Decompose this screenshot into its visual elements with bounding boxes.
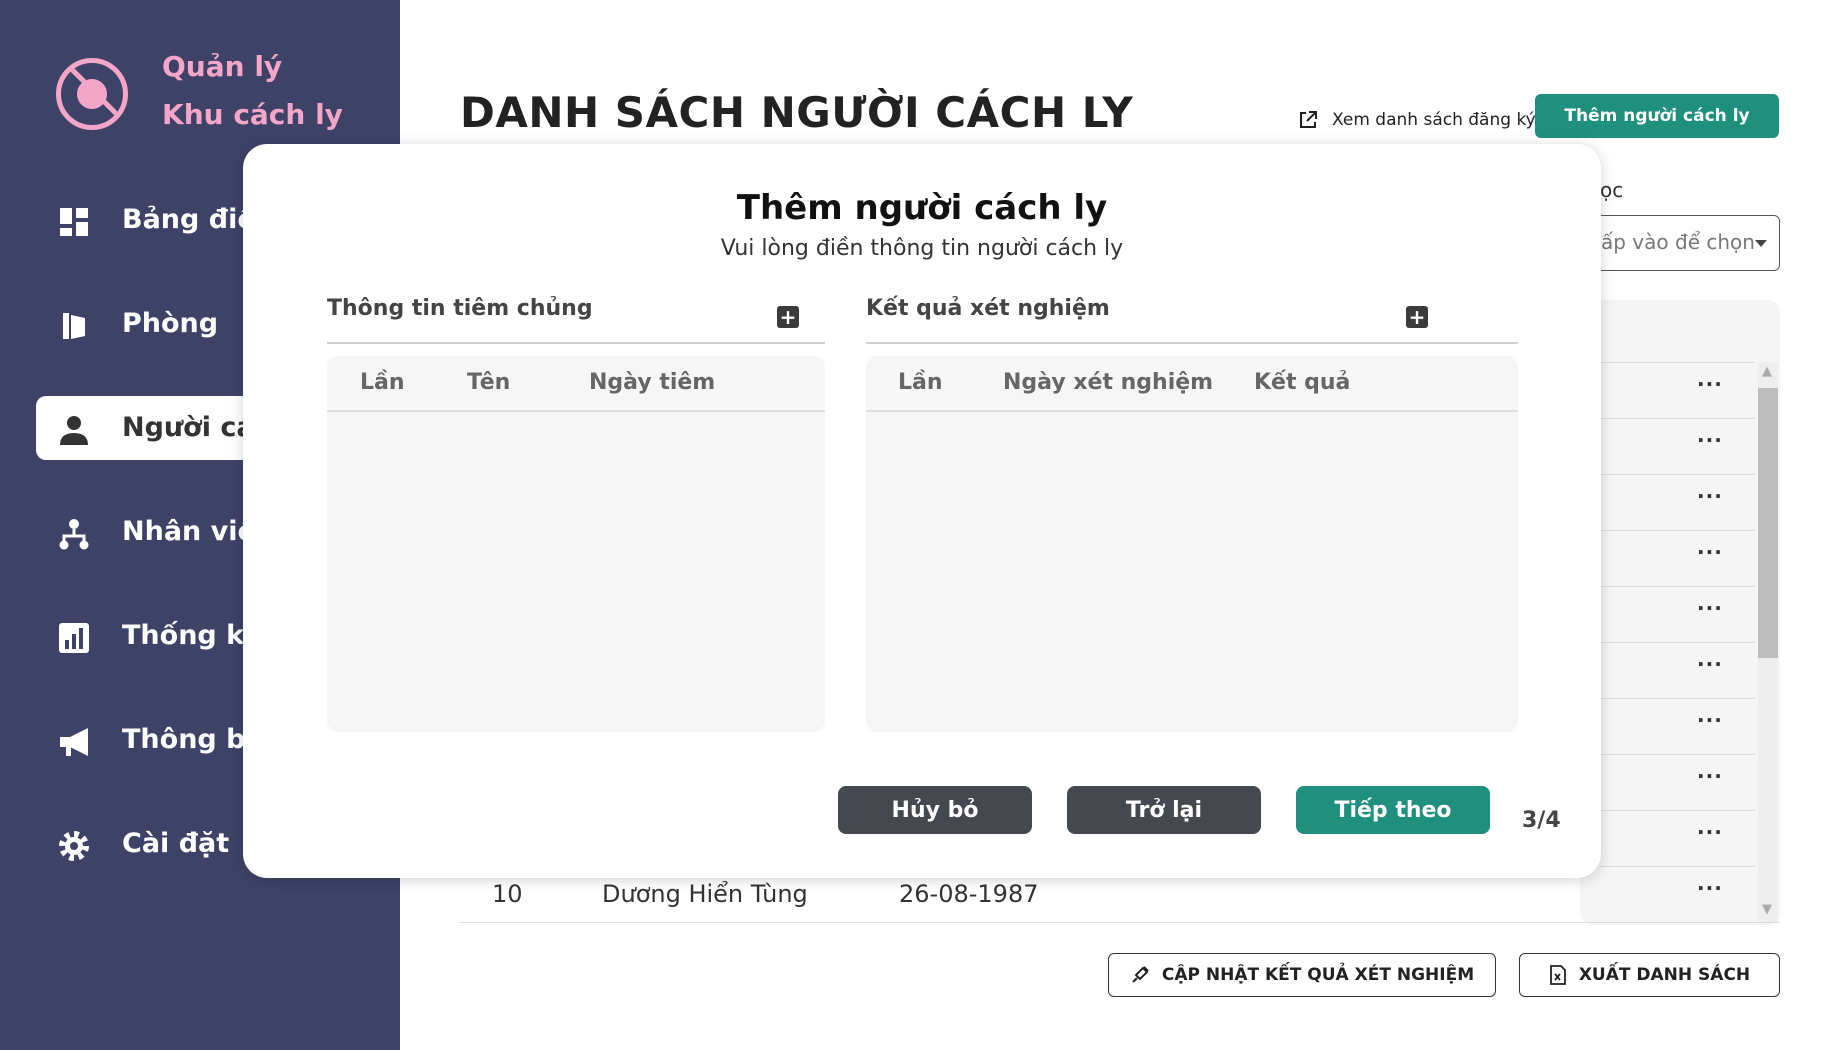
test-results-section-header: Kết quả xét nghiệm + xyxy=(866,292,1518,344)
vaccination-table: Lần Tên Ngày tiêm xyxy=(327,356,825,732)
filter-placeholder: ấp vào để chọn xyxy=(1601,230,1755,254)
bar-chart-icon xyxy=(59,623,89,653)
syringe-icon xyxy=(1132,966,1149,983)
row-actions-button[interactable]: ··· xyxy=(1697,876,1723,900)
row-divider xyxy=(1600,362,1755,363)
row-divider xyxy=(1600,698,1755,699)
row-actions-button[interactable]: ··· xyxy=(1697,764,1723,788)
vaccination-section-header: Thông tin tiêm chủng + xyxy=(327,292,825,344)
row-name: Dương Hiển Tùng xyxy=(602,880,808,908)
brand-line-2: Khu cách ly xyxy=(162,98,343,131)
test-results-table: Lần Ngày xét nghiệm Kết quả xyxy=(866,356,1518,732)
column-header-result: Kết quả xyxy=(1254,370,1351,395)
row-divider xyxy=(1600,810,1755,811)
update-test-results-label: CẬP NHẬT KẾT QUẢ XÉT NGHIỆM xyxy=(1161,965,1475,985)
test-results-section-label: Kết quả xét nghiệm xyxy=(866,296,1110,321)
row-actions-button[interactable]: ··· xyxy=(1697,372,1723,396)
row-dob: 26-08-1987 xyxy=(899,880,1039,908)
column-header-time: Lần xyxy=(360,370,405,395)
external-link-icon xyxy=(1300,111,1317,128)
table-bottom-divider xyxy=(460,922,1780,923)
row-divider xyxy=(1600,474,1755,475)
org-chart-icon xyxy=(59,519,89,550)
row-actions-button[interactable]: ··· xyxy=(1697,484,1723,508)
table-scrollbar-thumb[interactable] xyxy=(1758,388,1778,658)
quarantined-table xyxy=(1580,300,1780,925)
excel-file-icon xyxy=(1549,965,1566,985)
back-button[interactable]: Trở lại xyxy=(1067,786,1261,834)
add-vaccination-plus-icon[interactable]: + xyxy=(777,306,799,328)
sidebar-item-label: Phòng xyxy=(122,308,219,339)
row-divider xyxy=(1600,866,1755,867)
door-icon xyxy=(63,313,85,339)
page-title: DANH SÁCH NGƯỜI CÁCH LY xyxy=(460,88,1134,137)
row-actions-button[interactable]: ··· xyxy=(1697,708,1723,732)
view-registrations-link[interactable]: Xem danh sách đăng ký xyxy=(1298,110,1536,130)
column-header-test-date: Ngày xét nghiệm xyxy=(1003,370,1214,395)
chevron-down-icon xyxy=(1755,240,1767,247)
modal-subtitle: Vui lòng điền thông tin người cách ly xyxy=(720,236,1124,261)
scroll-down-icon[interactable]: ▼ xyxy=(1762,902,1772,917)
add-quarantined-modal: Thêm người cách ly Vui lòng điền thông t… xyxy=(243,144,1601,878)
add-quarantined-button[interactable]: Thêm người cách ly xyxy=(1535,94,1779,138)
gear-icon xyxy=(59,831,89,861)
brand-line-1: Quản lý xyxy=(162,50,283,83)
no-virus-logo-icon xyxy=(56,58,128,130)
add-test-result-plus-icon[interactable]: + xyxy=(1406,306,1428,328)
row-divider xyxy=(1600,530,1755,531)
row-index: 10 xyxy=(492,880,523,908)
vaccination-table-header: Lần Tên Ngày tiêm xyxy=(327,356,825,412)
column-header-date: Ngày tiêm xyxy=(589,370,716,395)
row-divider xyxy=(1600,586,1755,587)
step-indicator: 3/4 xyxy=(1522,808,1561,833)
scroll-up-icon[interactable]: ▲ xyxy=(1762,364,1772,379)
next-button[interactable]: Tiếp theo xyxy=(1296,786,1490,834)
row-divider xyxy=(1600,418,1755,419)
test-results-table-header: Lần Ngày xét nghiệm Kết quả xyxy=(866,356,1518,412)
row-actions-button[interactable]: ··· xyxy=(1697,652,1723,676)
row-actions-button[interactable]: ··· xyxy=(1697,540,1723,564)
megaphone-icon xyxy=(60,728,88,756)
row-divider xyxy=(1600,754,1755,755)
cancel-button[interactable]: Hủy bỏ xyxy=(838,786,1032,834)
vaccination-section-label: Thông tin tiêm chủng xyxy=(327,296,593,321)
sidebar-item-label: Cài đặt xyxy=(122,828,230,859)
sidebar-item-label: Thống kê xyxy=(122,620,262,651)
update-test-results-button[interactable]: CẬP NHẬT KẾT QUẢ XÉT NGHIỆM xyxy=(1108,953,1496,997)
dashboard-icon xyxy=(60,208,88,236)
row-actions-button[interactable]: ··· xyxy=(1697,820,1723,844)
filter-select[interactable]: ấp vào để chọn xyxy=(1588,215,1780,271)
view-registrations-label: Xem danh sách đăng ký xyxy=(1332,110,1536,130)
export-list-label: XUẤT DANH SÁCH xyxy=(1578,965,1751,985)
modal-title: Thêm người cách ly xyxy=(736,188,1108,228)
export-list-button[interactable]: XUẤT DANH SÁCH xyxy=(1519,953,1780,997)
row-divider xyxy=(1600,642,1755,643)
column-header-time: Lần xyxy=(898,370,943,395)
column-header-name: Tên xyxy=(467,370,511,395)
row-actions-button[interactable]: ··· xyxy=(1697,428,1723,452)
person-icon xyxy=(60,416,88,445)
row-actions-button[interactable]: ··· xyxy=(1697,596,1723,620)
filter-label: ọc xyxy=(1600,178,1624,202)
